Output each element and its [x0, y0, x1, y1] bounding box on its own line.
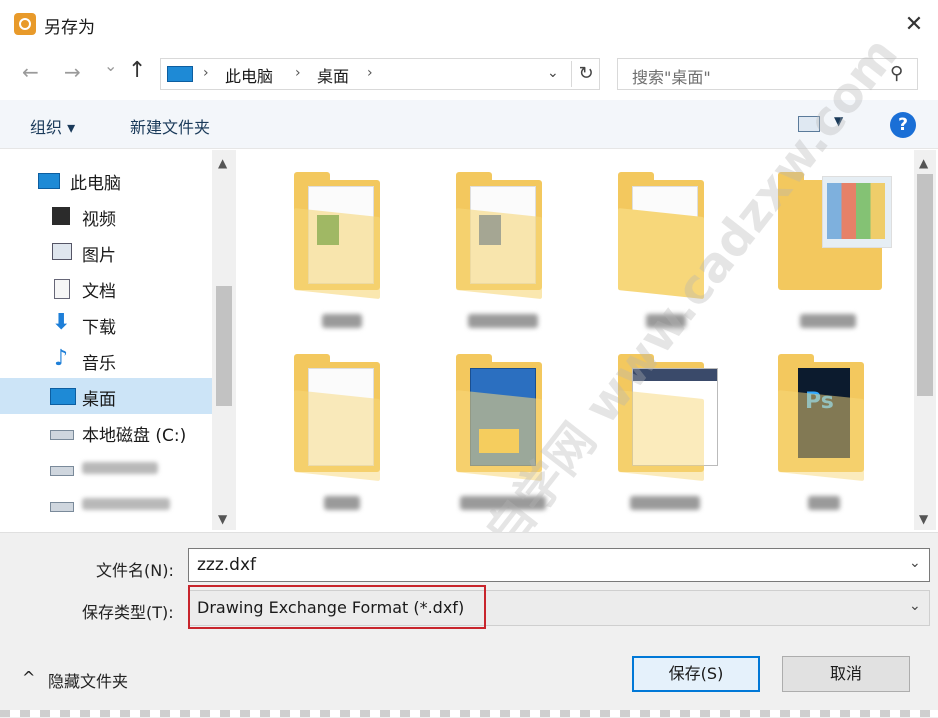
organize-menu[interactable]: 组织 ▾: [30, 114, 75, 138]
up-button[interactable]: ↑: [128, 58, 146, 83]
filename-dropdown-icon[interactable]: ⌄: [909, 555, 921, 571]
picture-icon: [52, 243, 72, 260]
breadcrumb-separator: ›: [203, 65, 209, 81]
folder-item[interactable]: [294, 172, 404, 342]
sidebar-item-drive-blurred[interactable]: [0, 450, 212, 486]
save-button[interactable]: 保存(S): [632, 656, 760, 692]
sidebar-item-label: 图片: [82, 246, 116, 266]
blurred-label: [468, 314, 538, 328]
sidebar-item-label: 下载: [82, 318, 116, 338]
window-title: 另存为: [44, 18, 95, 38]
app-icon: [14, 13, 36, 35]
monitor-icon: [38, 173, 60, 189]
hide-folders-chevron-icon[interactable]: ^: [22, 668, 35, 687]
search-input[interactable]: 搜索"桌面": [632, 64, 711, 88]
blurred-label: [324, 496, 360, 510]
window-edge: [0, 710, 938, 717]
save-as-dialog: 另存为 ✕ ← → ⌄ ↑ › 此电脑 › 桌面 › ⌄ ↻ 搜索"桌面" ⚲ …: [0, 0, 938, 718]
sidebar-item-local-disk-c[interactable]: 本地磁盘 (C:): [0, 414, 212, 450]
new-folder-button[interactable]: 新建文件夹: [130, 114, 210, 138]
back-button[interactable]: ←: [22, 60, 39, 84]
refresh-button[interactable]: ↻: [571, 61, 600, 87]
sidebar-item-label: 此电脑: [70, 174, 121, 194]
sidebar-item-label: 音乐: [82, 354, 116, 374]
blurred-label: [800, 314, 856, 328]
scroll-up-arrow[interactable]: ▲: [919, 156, 928, 170]
highlight-annotation: [188, 585, 486, 629]
folder-item[interactable]: [294, 354, 404, 524]
scroll-up-arrow[interactable]: ▲: [218, 156, 227, 170]
blurred-label: [808, 496, 840, 510]
sidebar-item-label: 本地磁盘 (C:): [82, 426, 187, 446]
folder-item[interactable]: Ps: [778, 354, 888, 524]
title-bar: [0, 0, 938, 50]
cancel-button[interactable]: 取消: [782, 656, 910, 692]
sidebar-item-videos[interactable]: 视频: [0, 198, 212, 234]
folder-item[interactable]: [456, 172, 566, 342]
sidebar-item-documents[interactable]: 文档: [0, 270, 212, 306]
breadcrumb-separator: ›: [295, 65, 301, 81]
blurred-label: [82, 462, 158, 474]
recent-locations-button[interactable]: ⌄: [104, 56, 117, 75]
breadcrumb-desktop[interactable]: 桌面: [317, 63, 349, 87]
breadcrumb-separator: ›: [367, 65, 373, 81]
breadcrumb-this-pc[interactable]: 此电脑: [225, 63, 273, 87]
scroll-thumb[interactable]: [917, 174, 933, 396]
desktop-icon: [50, 388, 76, 405]
scroll-down-arrow[interactable]: ▼: [218, 512, 227, 526]
sidebar-item-label: 视频: [82, 210, 116, 230]
sidebar-item-downloads[interactable]: ⬇ 下载: [0, 306, 212, 342]
video-icon: [52, 207, 70, 225]
address-dropdown-button[interactable]: ⌄: [547, 65, 559, 81]
filename-label: 文件名(N):: [96, 561, 174, 580]
scroll-thumb[interactable]: [216, 286, 232, 406]
sidebar-item-music[interactable]: ♪ 音乐: [0, 342, 212, 378]
sidebar-item-desktop[interactable]: 桌面: [0, 378, 212, 414]
blurred-label: [322, 314, 362, 328]
filename-input[interactable]: zzz.dxf: [197, 555, 256, 575]
sidebar-item-this-pc[interactable]: 此电脑: [0, 162, 212, 198]
sidebar-scrollbar[interactable]: ▲ ▼: [212, 150, 236, 530]
filetype-label: 保存类型(T):: [82, 603, 174, 622]
download-icon: ⬇: [52, 310, 71, 335]
document-icon: [54, 279, 70, 299]
content-scrollbar[interactable]: ▲ ▼: [914, 150, 936, 530]
scroll-down-arrow[interactable]: ▼: [919, 512, 928, 526]
forward-button[interactable]: →: [64, 60, 81, 84]
sidebar-item-label: 文档: [82, 282, 116, 302]
drive-icon: [50, 430, 74, 440]
filetype-dropdown-icon[interactable]: ⌄: [909, 598, 921, 614]
hide-folders-toggle[interactable]: 隐藏文件夹: [48, 668, 128, 692]
sidebar-item-pictures[interactable]: 图片: [0, 234, 212, 270]
sidebar-item-label: 桌面: [82, 390, 116, 410]
monitor-icon: [167, 66, 193, 82]
sidebar-item-drive-blurred[interactable]: [0, 486, 212, 522]
blurred-label: [630, 496, 700, 510]
navigation-pane: 此电脑 视频 图片 文档 ⬇ 下载 ♪ 音乐 桌面 本地磁盘 (C:): [0, 150, 212, 530]
filename-field[interactable]: zzz.dxf ⌄: [188, 548, 930, 582]
drive-icon: [50, 502, 74, 512]
blurred-label: [82, 498, 170, 510]
help-icon[interactable]: ?: [890, 112, 916, 138]
drive-icon: [50, 466, 74, 476]
close-button[interactable]: ✕: [898, 10, 930, 40]
address-bar[interactable]: › 此电脑 › 桌面 › ⌄ ↻: [160, 58, 600, 90]
music-icon: ♪: [54, 346, 69, 371]
